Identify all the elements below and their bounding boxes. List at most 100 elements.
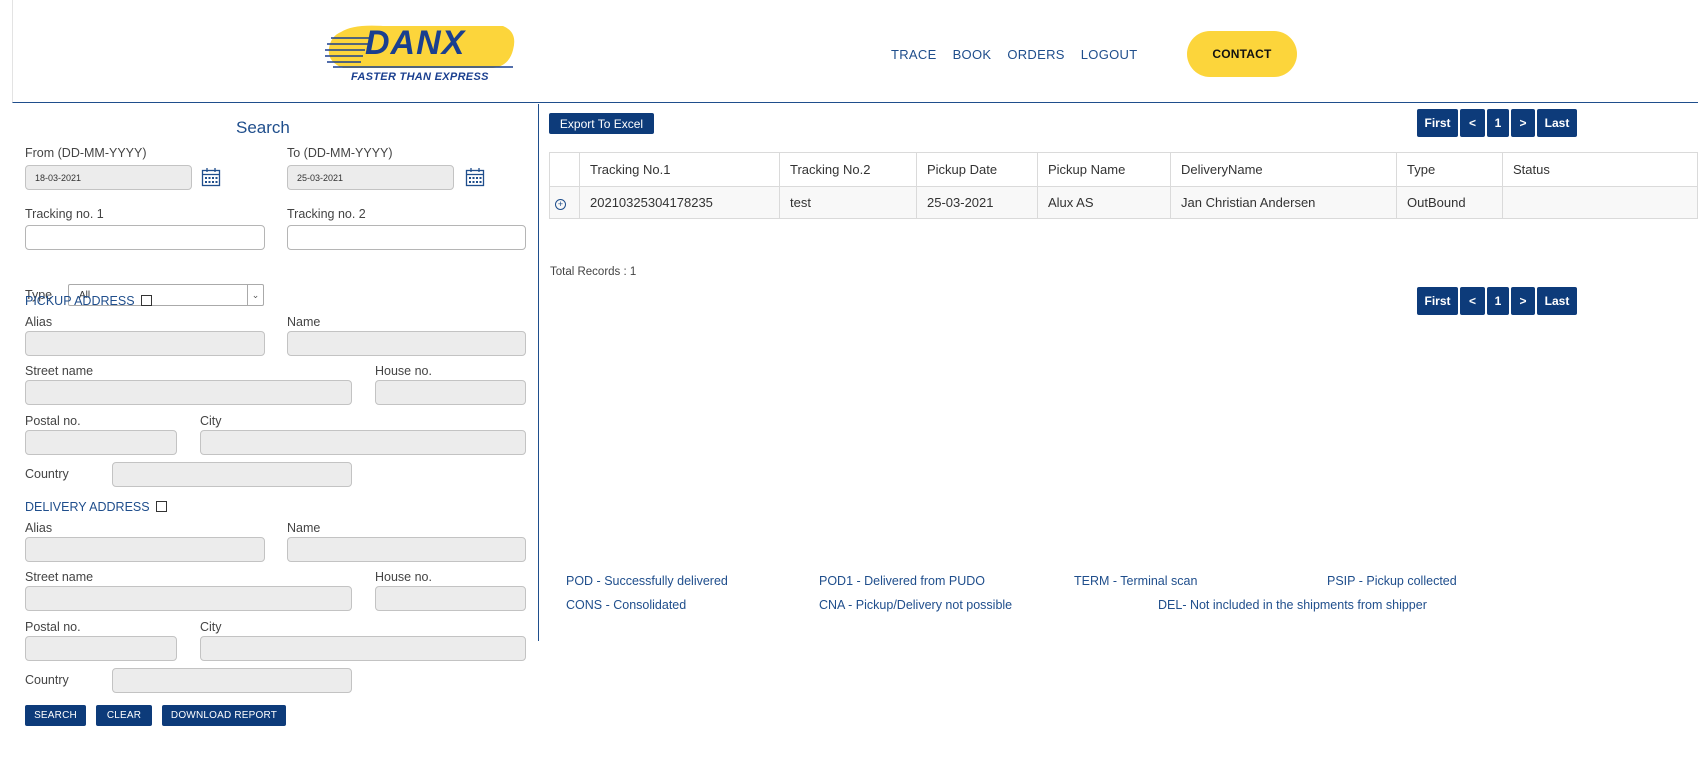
pickup-postal-label: Postal no. [25,414,81,428]
cell-status [1502,186,1698,219]
chevron-down-icon: ⌄ [247,285,263,305]
delivery-house-label: House no. [375,570,432,584]
pickup-alias-label: Alias [25,315,53,329]
pager-page-number[interactable]: 1 [1487,287,1509,315]
tracking2-input[interactable] [287,225,526,250]
delivery-postal-label: Postal no. [25,620,81,634]
pager-prev-icon[interactable]: < [1460,287,1485,315]
to-calendar-icon[interactable] [465,167,485,187]
pickup-house-label: House no. [375,364,432,378]
tracking2-label: Tracking no. 2 [287,207,366,221]
pager-bottom: First < 1 > Last [1417,287,1577,315]
column-pickup-date[interactable]: Pickup Date [916,152,1038,187]
delivery-address-checkbox[interactable] [155,501,167,512]
delivery-name-input[interactable] [287,537,526,562]
nav-logout[interactable]: LOGOUT [1081,47,1138,62]
expand-cell[interactable]: + [549,186,580,219]
clear-button[interactable]: CLEAR [96,705,152,726]
tracking1-label: Tracking no. 1 [25,207,104,221]
pickup-country-label: Country [25,467,69,481]
cell-tracking-no2: test [779,186,917,219]
column-tracking-no1[interactable]: Tracking No.1 [579,152,780,187]
pager-first-button[interactable]: First [1417,109,1458,137]
delivery-alias-input[interactable] [25,537,265,562]
pager-last-button[interactable]: Last [1537,109,1577,137]
pickup-house-input[interactable] [375,380,526,405]
nav-orders[interactable]: ORDERS [1007,47,1064,62]
expand-column-header [549,152,580,187]
delivery-street-label: Street name [25,570,94,584]
page-header: DANX FASTER THAN EXPRESS TRACE BOOK ORDE… [12,0,1698,103]
tracking1-input[interactable] [25,225,265,250]
legend-term: TERM - Terminal scan [1074,574,1198,588]
pickup-street-label: Street name [25,364,94,378]
legend-del: DEL- Not included in the shipments from … [1158,598,1427,612]
column-pickup-name[interactable]: Pickup Name [1037,152,1171,187]
delivery-house-input[interactable] [375,586,526,611]
delivery-alias-label: Alias [25,521,53,535]
delivery-country-label: Country [25,673,69,687]
nav-trace[interactable]: TRACE [891,47,937,62]
pager-top: First < 1 > Last [1417,109,1577,137]
from-date-label: From (DD-MM-YYYY) [25,146,147,160]
cell-tracking-no1: 20210325304178235 [579,186,780,219]
to-date-input[interactable]: 25-03-2021 [287,165,454,190]
cell-type: OutBound [1396,186,1503,219]
pickup-address-heading: PICKUP ADDRESS [25,294,152,308]
export-to-excel-button[interactable]: Export To Excel [549,113,654,134]
search-panel-title: Search [236,118,290,137]
legend-cons: CONS - Consolidated [566,598,687,612]
pager-page-number[interactable]: 1 [1487,109,1509,137]
pickup-alias-input[interactable] [25,331,265,356]
nav-book[interactable]: BOOK [953,47,992,62]
results-table: Tracking No.1 Tracking No.2 Pickup Date … [549,152,1698,219]
pickup-city-input[interactable] [200,430,526,455]
pickup-name-input[interactable] [287,331,526,356]
column-delivery-name[interactable]: DeliveryName [1170,152,1397,187]
delivery-address-heading-text: DELIVERY ADDRESS [25,500,150,514]
table-header-row: Tracking No.1 Tracking No.2 Pickup Date … [549,152,1698,187]
column-type[interactable]: Type [1396,152,1503,187]
download-report-button[interactable]: DOWNLOAD REPORT [162,705,286,726]
total-records: Total Records : 1 [550,266,637,278]
column-status[interactable]: Status [1502,152,1698,187]
legend-pod1: POD1 - Delivered from PUDO [819,574,986,588]
delivery-street-input[interactable] [25,586,352,611]
pickup-address-heading-text: PICKUP ADDRESS [25,294,135,308]
logo-tagline: FASTER THAN EXPRESS [351,71,489,83]
delivery-country-input[interactable] [112,668,352,693]
legend-pod: POD - Successfully delivered [566,574,728,588]
pager-first-button[interactable]: First [1417,287,1458,315]
pickup-country-input[interactable] [112,462,352,487]
delivery-name-label: Name [287,521,321,535]
legend-psip: PSIP - Pickup collected [1327,574,1457,588]
expand-plus-icon[interactable]: + [555,199,566,210]
pickup-city-label: City [200,414,222,428]
delivery-address-heading: DELIVERY ADDRESS [25,500,167,514]
delivery-postal-input[interactable] [25,636,177,661]
danx-logo[interactable]: DANX FASTER THAN EXPRESS [313,22,523,88]
main-nav: TRACE BOOK ORDERS LOGOUT [891,47,1137,62]
cell-delivery-name: Jan Christian Andersen [1170,186,1397,219]
pickup-name-label: Name [287,315,321,329]
contact-button[interactable]: CONTACT [1187,31,1297,77]
pickup-street-input[interactable] [25,380,352,405]
from-date-input[interactable]: 18-03-2021 [25,165,192,190]
table-row[interactable]: + 20210325304178235 test 25-03-2021 Alux… [549,186,1698,219]
pager-prev-icon[interactable]: < [1460,109,1485,137]
search-button[interactable]: SEARCH [25,705,86,726]
pager-last-button[interactable]: Last [1537,287,1577,315]
delivery-city-input[interactable] [200,636,526,661]
column-tracking-no2[interactable]: Tracking No.2 [779,152,917,187]
to-date-label: To (DD-MM-YYYY) [287,146,393,160]
cell-pickup-name: Alux AS [1037,186,1171,219]
panel-divider [538,104,539,641]
cell-pickup-date: 25-03-2021 [916,186,1038,219]
legend-cna: CNA - Pickup/Delivery not possible [819,598,1013,612]
from-calendar-icon[interactable] [201,167,221,187]
pager-next-icon[interactable]: > [1511,287,1535,315]
pickup-address-checkbox[interactable] [140,295,152,306]
pager-next-icon[interactable]: > [1511,109,1535,137]
logo-wordmark: DANX [365,24,466,62]
pickup-postal-input[interactable] [25,430,177,455]
